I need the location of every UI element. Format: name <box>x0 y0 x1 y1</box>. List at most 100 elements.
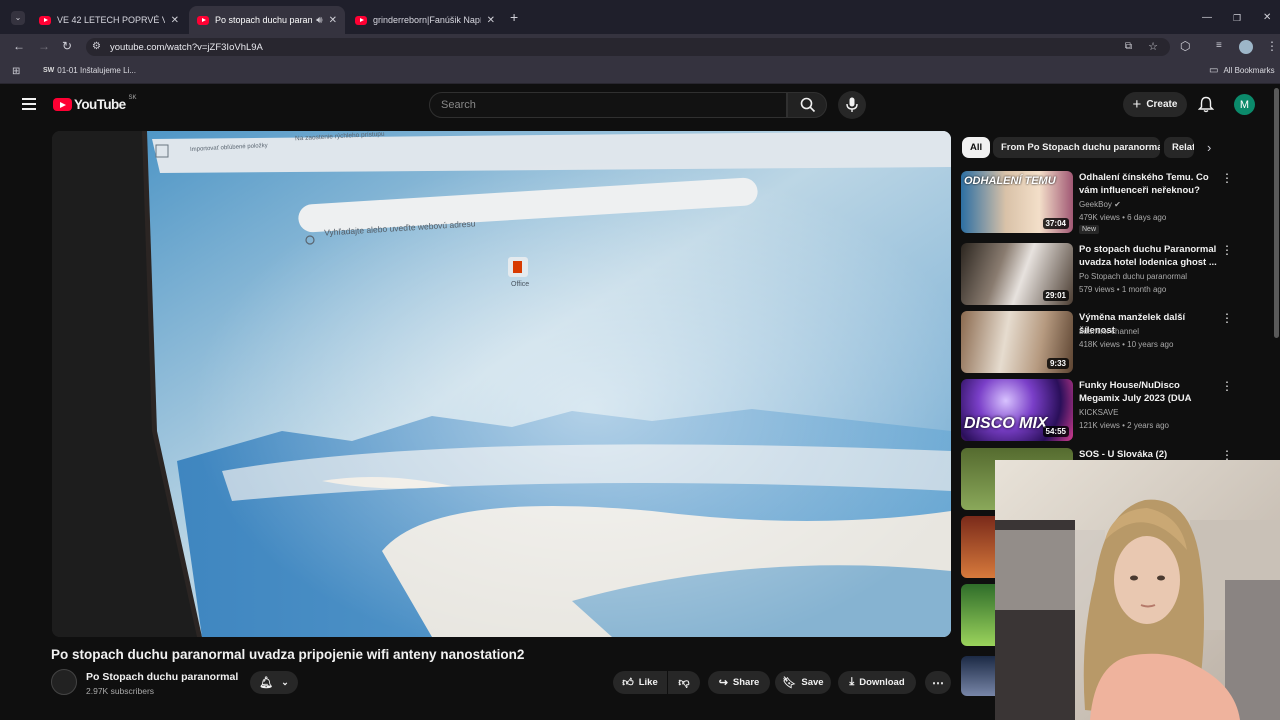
recommendation-title: Odhalení čínského Temu. Co vám influence… <box>1079 172 1209 196</box>
youtube-logo[interactable]: YouTube SK <box>53 94 137 112</box>
voice-search-button[interactable] <box>838 91 866 119</box>
notifications-bell-icon[interactable] <box>1198 96 1214 113</box>
search-input[interactable]: Search <box>429 92 787 118</box>
tab-kuchyne[interactable]: VE 42 LETECH POPRVÉ V KUCHYNI ✕ <box>31 6 187 34</box>
download-button[interactable]: ⤓ Download <box>838 671 916 694</box>
new-tab-button[interactable]: + <box>510 10 518 24</box>
menu-dots-icon[interactable]: ⋮ <box>1266 40 1278 52</box>
video-thumbnail[interactable]: DISCO MIX 54:55 <box>961 379 1073 441</box>
close-icon[interactable]: ✕ <box>329 15 337 26</box>
recommendation-channel: KICKSAVE <box>1079 408 1119 417</box>
video-player[interactable]: Importovať obľúbené položky Na zaostenie… <box>52 131 951 637</box>
media-control-icon[interactable]: ≡ <box>1216 40 1222 52</box>
youtube-favicon-icon <box>355 15 367 25</box>
url-text: youtube.com/watch?v=jZF3IoVhL9A <box>110 41 263 53</box>
hamburger-menu-icon[interactable] <box>22 98 36 110</box>
recommendation-item[interactable]: DISCO MIX 54:55 Funky House/NuDisco Mega… <box>961 379 1261 443</box>
tab-search-icon[interactable]: ⌄ <box>11 11 25 25</box>
more-vertical-icon[interactable]: ⋮ <box>1221 379 1233 393</box>
address-bar[interactable]: ⚙︎ youtube.com/watch?v=jZF3IoVhL9A ⧉ ☆ <box>86 38 1170 56</box>
all-bookmarks[interactable]: ▭ All Bookmarks <box>1209 65 1275 76</box>
duration-badge: 9:33 <box>1046 358 1069 369</box>
forward-icon[interactable]: → <box>38 40 50 52</box>
create-button[interactable]: + Create <box>1123 92 1187 117</box>
profile-icon[interactable] <box>1239 40 1253 54</box>
more-actions-button[interactable]: ⋯ <box>925 671 951 694</box>
tab-po-stopach[interactable]: Po stopach duchu paranormal 🔊︎ ✕ <box>189 6 345 34</box>
new-badge: New <box>1079 225 1100 234</box>
apps-grid-icon[interactable]: ⊞ <box>12 66 20 78</box>
minimize-icon[interactable]: — <box>1202 12 1212 24</box>
recommendation-channel: GeekBoy ✔ <box>1079 200 1121 209</box>
bookmark-item[interactable]: SW 01-01 Inštalujeme Li... <box>43 66 136 75</box>
save-label: Save <box>801 677 824 688</box>
youtube-favicon-icon <box>39 15 51 25</box>
video-thumbnail[interactable]: ODHALENÍ TEMU 37:04 <box>961 171 1073 233</box>
duration-badge: 54:55 <box>1042 426 1069 437</box>
microphone-icon <box>846 97 858 112</box>
scrollbar-thumb[interactable] <box>1274 88 1279 338</box>
channel-name[interactable]: Po Stopach duchu paranormal <box>86 671 238 683</box>
search-icon <box>800 97 816 113</box>
more-vertical-icon[interactable]: ⋮ <box>1221 311 1233 325</box>
region-code: SK <box>128 94 137 101</box>
video-thumbnail[interactable] <box>961 656 995 696</box>
search-button[interactable] <box>787 92 827 118</box>
more-vertical-icon[interactable]: ⋮ <box>1221 243 1233 257</box>
tab-grinderreborn[interactable]: grinderreborn|Fanúšik Napísal ✕ <box>347 6 503 34</box>
recommendation-item[interactable]: ODHALENÍ TEMU 37:04 Odhalení čínského Te… <box>961 171 1261 235</box>
close-icon[interactable]: ✕ <box>487 15 495 26</box>
bell-icon: 🔔︎ <box>259 677 274 689</box>
install-icon[interactable]: ⧉ <box>1125 41 1132 52</box>
save-button[interactable]: 🔖︎ Save <box>775 671 831 694</box>
youtube-play-icon <box>53 98 72 111</box>
avatar-letter: M <box>1239 98 1250 111</box>
recommendation-channel: Po Stopach duchu paranormal <box>1079 272 1188 281</box>
speaker-icon[interactable]: 🔊︎ <box>316 15 322 26</box>
reload-icon[interactable]: ↻ <box>62 40 72 52</box>
recommendation-meta: 579 views • 1 month ago <box>1079 285 1167 294</box>
video-thumbnail[interactable] <box>961 584 995 646</box>
bookmark-star-icon[interactable]: ☆ <box>1148 40 1158 53</box>
recommendation-item[interactable]: 29:01 Po stopach duchu Paranormal uvadza… <box>961 243 1261 307</box>
share-label: Share <box>732 677 760 688</box>
recommendation-meta: 479K views • 6 days ago <box>1079 213 1167 222</box>
browser-tab-bar: ⌄ VE 42 LETECH POPRVÉ V KUCHYNI ✕ Po sto… <box>0 0 1280 34</box>
back-icon[interactable]: ← <box>13 40 25 52</box>
verified-icon: ✔ <box>1114 200 1121 209</box>
recommendation-channel: adamixx channel <box>1079 327 1140 336</box>
webcam-overlay <box>995 460 1280 720</box>
share-button[interactable]: ↪ Share <box>708 671 770 694</box>
thumbs-down-icon: 👎︎ <box>678 677 690 689</box>
recommendation-meta: 121K views • 2 years ago <box>1079 421 1169 430</box>
video-thumbnail[interactable] <box>961 516 995 578</box>
account-avatar[interactable]: M <box>1234 94 1255 115</box>
chip-from-channel[interactable]: From Po Stopach duchu paranormal <box>993 137 1160 158</box>
subscribe-bell-button[interactable]: 🔔︎ ⌄ <box>250 671 298 694</box>
video-thumbnail[interactable]: 29:01 <box>961 243 1073 305</box>
chip-related[interactable]: Related <box>1164 137 1194 158</box>
chevron-right-icon[interactable]: › <box>1207 141 1211 154</box>
dislike-button[interactable]: 👎︎ <box>668 671 700 694</box>
webcam-feed <box>995 460 1280 720</box>
bookmark-badge: SW <box>43 67 55 74</box>
close-icon[interactable]: ✕ <box>171 15 179 26</box>
chip-all[interactable]: All <box>962 137 991 158</box>
site-info-icon[interactable]: ⚙︎ <box>92 41 101 52</box>
recommendation-item[interactable]: 9:33 Výměna manželek další šílenost adam… <box>961 311 1261 375</box>
recommendation-meta: 418K views • 10 years ago <box>1079 340 1174 349</box>
like-button[interactable]: 👍︎ Like <box>613 671 667 694</box>
close-window-icon[interactable]: ✕ <box>1263 12 1271 24</box>
extensions-icon[interactable]: ⬡ <box>1180 40 1190 52</box>
folder-icon: ▭ <box>1209 65 1219 76</box>
restore-icon[interactable]: ❐ <box>1233 12 1241 24</box>
bookmark-icon: 🔖︎ <box>782 677 797 689</box>
thumbs-up-icon: 👍︎ <box>622 677 634 689</box>
more-vertical-icon[interactable]: ⋮ <box>1221 171 1233 185</box>
channel-avatar[interactable] <box>51 669 77 695</box>
video-thumbnail[interactable]: 9:33 <box>961 311 1073 373</box>
bookmark-label: 01-01 Inštalujeme Li... <box>57 66 136 75</box>
youtube-logo-text: YouTube <box>74 97 126 112</box>
tab-label: VE 42 LETECH POPRVÉ V KUCHYNI <box>57 15 165 25</box>
chevron-down-icon: ⌄ <box>281 677 289 687</box>
